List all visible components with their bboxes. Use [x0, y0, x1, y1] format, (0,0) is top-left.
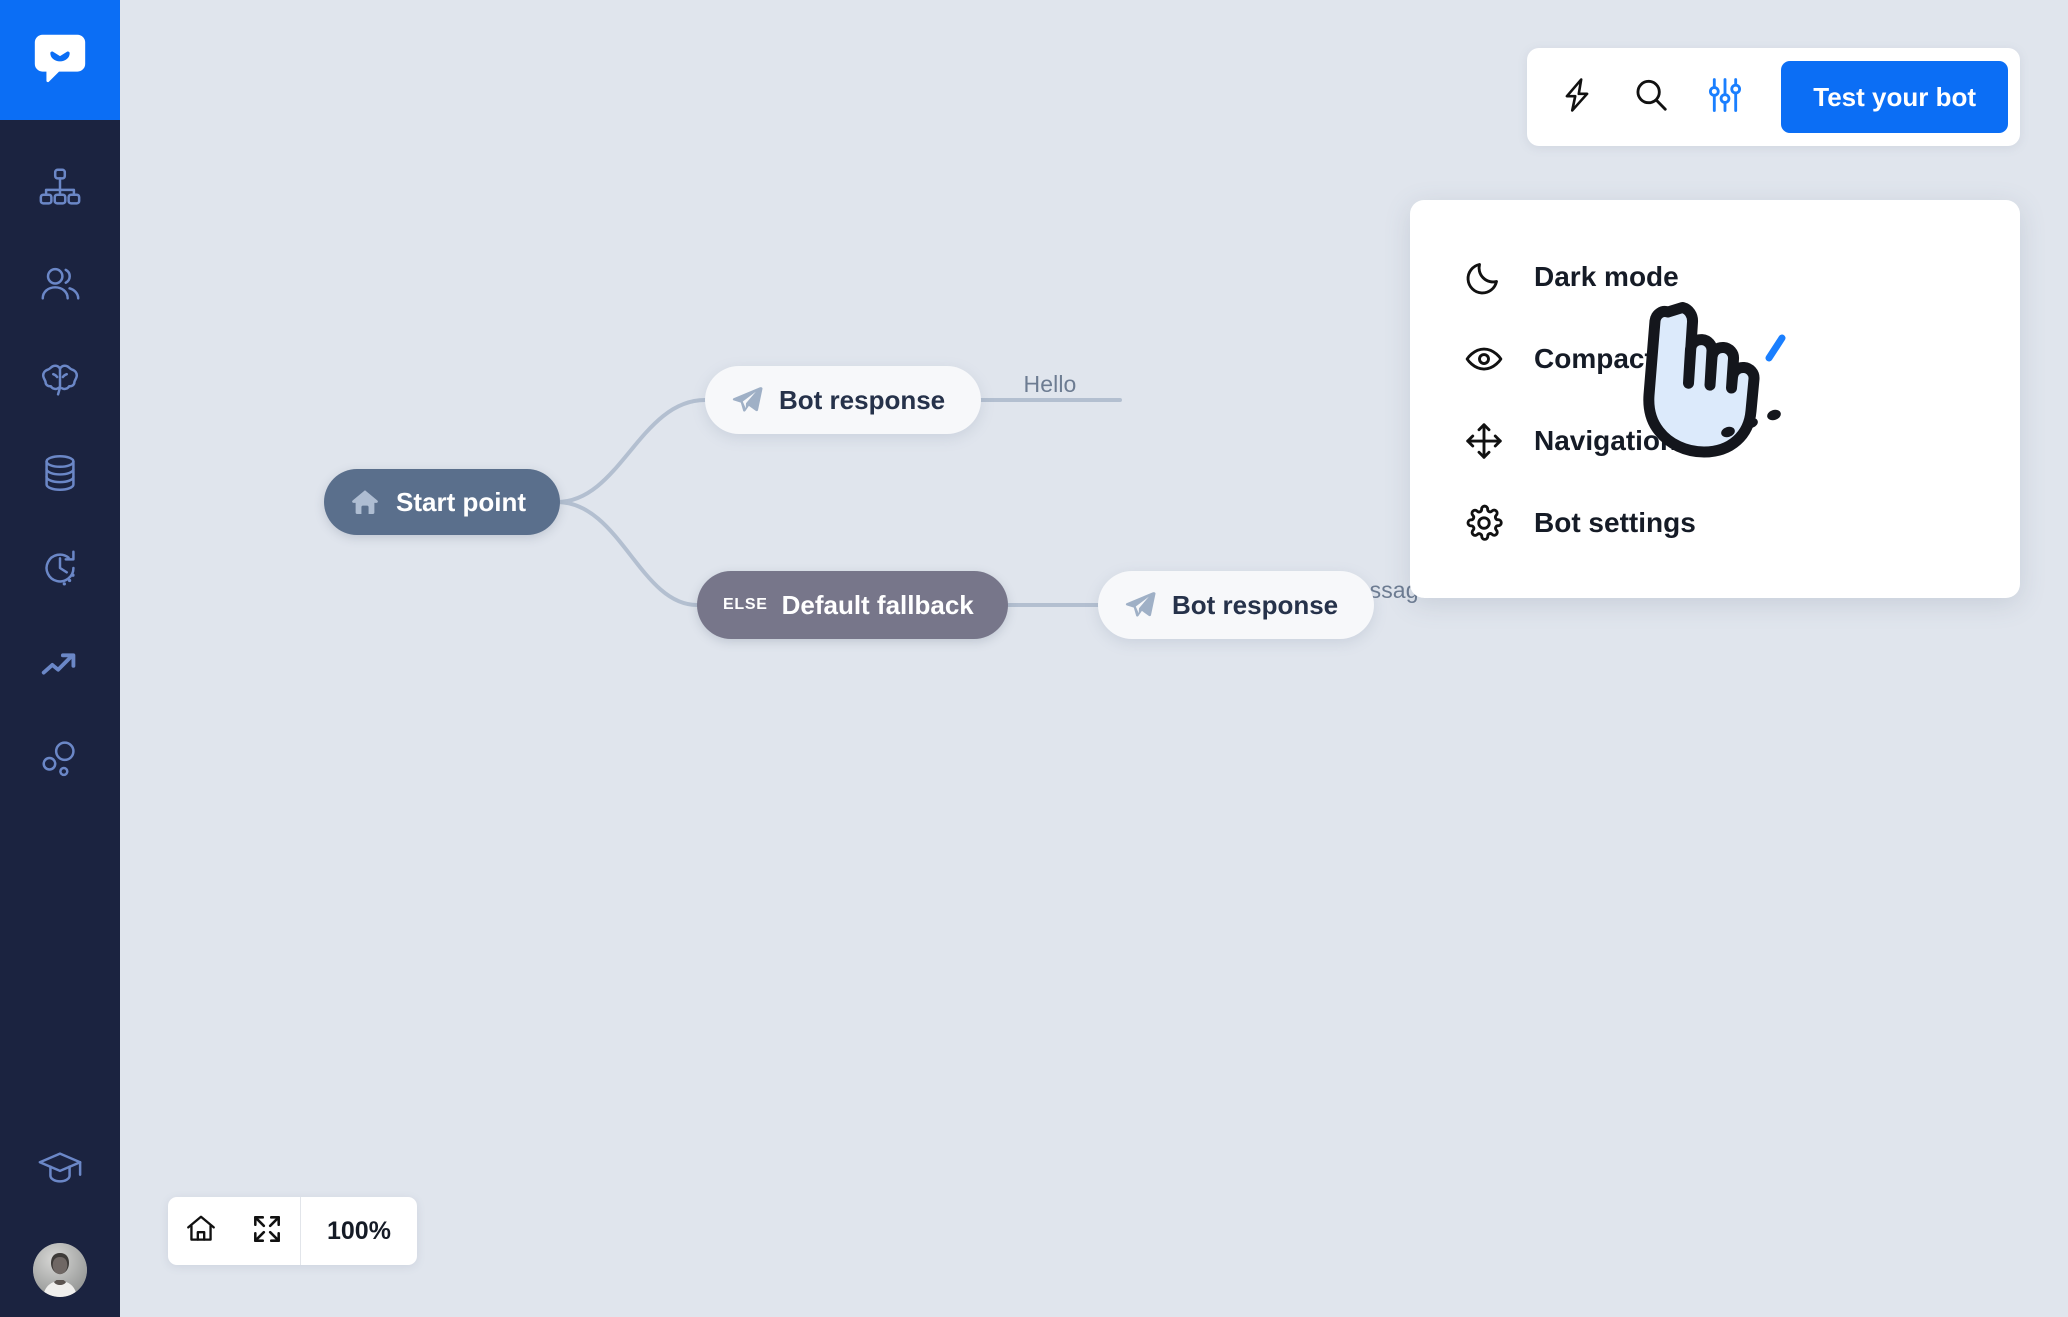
flow-canvas[interactable]: Hello Fallback message Start point Bot r… — [120, 0, 2068, 1317]
menu-item-navigation[interactable]: Navigation — [1410, 400, 2020, 482]
else-badge: ELSE — [723, 596, 768, 613]
node-bot-response-fallback[interactable]: Bot response — [1098, 571, 1375, 639]
sidebar-item-flows[interactable] — [0, 140, 120, 235]
eye-icon — [1462, 339, 1506, 379]
sidebar-item-analytics[interactable] — [0, 615, 120, 710]
clock-history-icon — [37, 545, 83, 591]
zoom-level-value[interactable]: 100% — [301, 1197, 417, 1265]
user-avatar-image — [33, 1243, 87, 1297]
moon-icon — [1462, 257, 1506, 297]
sitemap-icon — [37, 165, 83, 211]
sidebar-bottom-group — [0, 1120, 120, 1317]
node-default-fallback[interactable]: ELSE Default fallback — [697, 571, 1008, 639]
automations-button[interactable] — [1553, 73, 1601, 121]
move-icon — [1462, 421, 1506, 461]
sidebar-item-users[interactable] — [0, 235, 120, 330]
top-toolbar: Test your bot — [1527, 48, 2020, 146]
menu-item-dark-mode-label: Dark mode — [1534, 261, 1679, 292]
node-caption-hello: Hello — [1023, 371, 1077, 397]
home-icon — [184, 1212, 218, 1251]
chatbot-speech-bubble-logo-icon — [29, 27, 91, 94]
node-bot-response-hello[interactable]: Bot response — [705, 366, 982, 434]
expand-fullscreen-icon — [250, 1212, 284, 1251]
node-default-fallback-title: Default fallback — [781, 589, 974, 620]
sidebar-item-integrations[interactable] — [0, 710, 120, 805]
search-icon — [1632, 76, 1670, 119]
menu-item-compact-view[interactable]: Compact view — [1410, 318, 2020, 400]
main-sidebar — [0, 0, 120, 1317]
menu-item-navigation-label: Navigation — [1534, 425, 1678, 456]
home-icon — [350, 487, 380, 517]
users-icon — [37, 260, 83, 306]
test-your-bot-button[interactable]: Test your bot — [1781, 61, 2008, 133]
graduation-cap-icon — [37, 1145, 83, 1191]
node-start-point[interactable]: Start point — [324, 469, 560, 535]
node-bot-response-fallback-title: Bot response — [1172, 589, 1339, 620]
node-start-point-title: Start point — [396, 486, 526, 517]
reset-view-button[interactable] — [168, 1197, 234, 1265]
sidebar-item-data[interactable] — [0, 425, 120, 520]
sidebar-item-history[interactable] — [0, 520, 120, 615]
avatar[interactable] — [33, 1243, 87, 1297]
trend-up-icon — [37, 640, 83, 686]
view-options-menu: Dark mode Compact view Navigation Bot se… — [1410, 200, 2020, 598]
app-root: Hello Fallback message Start point Bot r… — [0, 0, 2068, 1317]
fit-to-screen-button[interactable] — [234, 1197, 300, 1265]
menu-item-bot-settings[interactable]: Bot settings — [1410, 482, 2020, 564]
paper-plane-icon — [731, 384, 763, 416]
gear-icon — [1462, 503, 1506, 543]
search-button[interactable] — [1627, 73, 1675, 121]
sliders-icon — [1706, 76, 1744, 119]
node-bot-response-hello-title: Bot response — [779, 384, 946, 415]
database-icon — [37, 450, 83, 496]
menu-item-bot-settings-label: Bot settings — [1534, 507, 1696, 538]
chatbot-logo-button[interactable] — [0, 0, 120, 120]
brain-icon — [37, 355, 83, 401]
flow-edges — [555, 398, 1122, 607]
bubbles-icon — [37, 735, 83, 781]
sidebar-nav-group — [0, 140, 120, 805]
lightning-bolt-icon — [1558, 76, 1596, 119]
sidebar-item-ai-knowledge[interactable] — [0, 330, 120, 425]
sidebar-item-learning[interactable] — [0, 1120, 120, 1215]
menu-item-compact-view-label: Compact view — [1534, 343, 1723, 374]
paper-plane-icon — [1124, 589, 1156, 621]
menu-item-dark-mode[interactable]: Dark mode — [1410, 236, 2020, 318]
view-options-button[interactable] — [1701, 73, 1749, 121]
zoom-control-bar: 100% — [168, 1197, 417, 1265]
